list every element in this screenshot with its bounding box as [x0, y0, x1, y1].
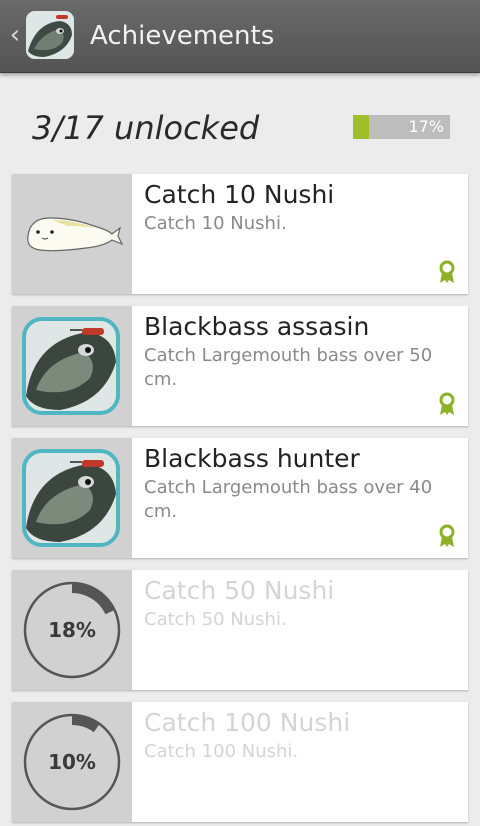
unlocked-count: 3/17 unlocked — [32, 109, 260, 147]
achievement-description: Catch Largemouth bass over 50 cm. — [144, 345, 433, 390]
chevron-left-icon[interactable]: ‹ — [8, 20, 22, 50]
overall-progress-label: 17% — [408, 117, 444, 136]
achievement-title: Catch 100 Nushi — [144, 708, 351, 737]
white-catfish-icon — [27, 217, 124, 252]
achievement-card[interactable]: Catch 10 Nushi Catch 10 Nushi. — [12, 174, 468, 294]
page-title: Achievements — [90, 21, 275, 51]
largemouth-bass-icon — [22, 317, 120, 415]
overall-progress-fill — [353, 115, 370, 139]
achievement-title: Blackbass assasin — [144, 312, 370, 341]
ribbon-award-icon — [439, 260, 455, 283]
achievement-thumbnail — [12, 174, 132, 294]
achievement-thumbnail — [12, 438, 132, 558]
ribbon-award-icon — [439, 392, 455, 415]
action-bar: ‹ Achievements — [0, 0, 480, 73]
achievement-thumbnail — [12, 306, 132, 426]
achievement-thumbnail: 10% — [12, 702, 132, 822]
achievement-description: Catch 10 Nushi. — [144, 213, 287, 234]
achievement-card[interactable]: 10% Catch 100 Nushi Catch 100 Nushi. — [12, 702, 468, 822]
progress-percent-label: 10% — [48, 750, 96, 774]
achievement-description: Catch Largemouth bass over 40 cm. — [144, 477, 433, 522]
achievement-title: Blackbass hunter — [144, 444, 360, 473]
achievement-thumbnail: 18% — [12, 570, 132, 690]
achievement-card[interactable]: Blackbass hunter Catch Largemouth bass o… — [12, 438, 468, 558]
achievement-title: Catch 10 Nushi — [144, 180, 335, 209]
achievement-description: Catch 100 Nushi. — [144, 741, 299, 762]
largemouth-bass-icon — [22, 449, 120, 547]
achievement-description: Catch 50 Nushi. — [144, 609, 287, 630]
bass-fish-app-icon[interactable] — [26, 11, 74, 59]
ribbon-award-icon — [439, 524, 455, 547]
overall-progress-bar: 17% — [353, 115, 450, 139]
achievement-title: Catch 50 Nushi — [144, 576, 335, 605]
achievement-card[interactable]: Blackbass assasin Catch Largemouth bass … — [12, 306, 468, 426]
progress-percent-label: 18% — [48, 618, 96, 642]
achievement-card[interactable]: 18% Catch 50 Nushi Catch 50 Nushi. — [12, 570, 468, 690]
